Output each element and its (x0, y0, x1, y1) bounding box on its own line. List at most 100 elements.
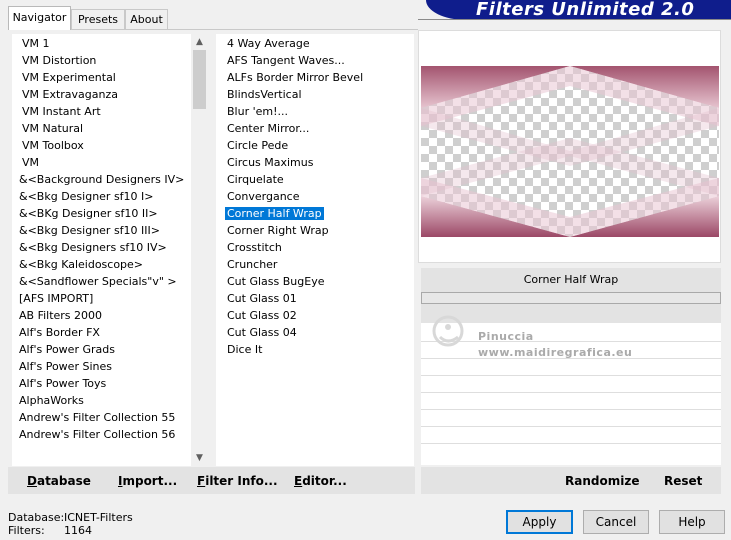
filter-item[interactable]: Corner Right Wrap (225, 222, 331, 239)
category-item[interactable]: Andrew's Filter Collection 55 (17, 409, 177, 426)
scroll-up-icon[interactable]: ▲ (191, 34, 208, 50)
tab-navigator[interactable]: Navigator (8, 6, 71, 30)
filter-item-label: Cut Glass 02 (227, 309, 297, 322)
filter-item[interactable]: AFS Tangent Waves... (225, 52, 347, 69)
filter-item[interactable]: BlindsVertical (225, 86, 304, 103)
category-item[interactable]: Andrew's Filter Collection 56 (17, 426, 177, 443)
help-button[interactable]: Help (659, 510, 725, 534)
param-row (421, 392, 721, 393)
filter-info-button-accel: F (197, 474, 206, 488)
filter-item-label: Convergance (227, 190, 300, 203)
filter-item[interactable]: Cut Glass 02 (225, 307, 299, 324)
category-item[interactable]: [AFS IMPORT] (17, 290, 95, 307)
filter-item[interactable]: Circle Pede (225, 137, 290, 154)
randomize-button[interactable]: Randomize (565, 474, 639, 488)
category-item[interactable]: Alf's Power Toys (17, 375, 108, 392)
category-item[interactable]: VM Toolbox (20, 137, 86, 154)
filter-item[interactable]: Cirquelate (225, 171, 286, 188)
category-item[interactable]: Alf's Border FX (17, 324, 102, 341)
filter-item[interactable]: Center Mirror... (225, 120, 311, 137)
category-item-label: Alf's Power Grads (19, 343, 115, 356)
category-item-label: VM Extravaganza (22, 88, 119, 101)
param-row (421, 358, 721, 359)
editor-button-label: ditor... (302, 474, 347, 488)
filter-item-label: ALFs Border Mirror Bevel (227, 71, 364, 84)
category-item[interactable]: VM Distortion (20, 52, 98, 69)
category-item[interactable]: &<Bkg Designer sf10 III> (17, 222, 162, 239)
category-item[interactable]: VM Experimental (20, 69, 118, 86)
category-item-label: Andrew's Filter Collection 56 (19, 428, 176, 441)
filter-item-label: Cut Glass BugEye (227, 275, 325, 288)
filter-item-label: AFS Tangent Waves... (227, 54, 345, 67)
database-button[interactable]: Database (27, 474, 91, 488)
category-item-label: &<BKg Designer sf10 II> (19, 207, 158, 220)
editor-button[interactable]: Editor... (294, 474, 347, 488)
filter-list[interactable]: 4 Way Average AFS Tangent Waves... ALFs Bo… (216, 34, 414, 466)
filter-item[interactable]: Cut Glass 01 (225, 290, 299, 307)
category-item[interactable]: AB Filters 2000 (17, 307, 104, 324)
filter-item[interactable]: Convergance (225, 188, 302, 205)
banner: Filters Unlimited 2.0 (426, 0, 731, 20)
category-item-label: VM (22, 156, 40, 169)
category-item-label: &<Bkg Designers sf10 IV> (19, 241, 167, 254)
filter-item[interactable]: Corner Half Wrap (225, 205, 324, 222)
filter-item[interactable]: Crosstitch (225, 239, 284, 256)
category-item-label: VM Distortion (22, 54, 97, 67)
filter-item[interactable]: Cut Glass 04 (225, 324, 299, 341)
filter-item[interactable]: 4 Way Average (225, 35, 312, 52)
filter-item[interactable]: Cut Glass BugEye (225, 273, 326, 290)
category-item[interactable]: AlphaWorks (17, 392, 86, 409)
filter-item-label: Circus Maximus (227, 156, 314, 169)
filter-item-label: Cirquelate (227, 173, 284, 186)
import-button[interactable]: Import... (118, 474, 177, 488)
category-item[interactable]: VM Extravaganza (20, 86, 120, 103)
filter-item-label: 4 Way Average (227, 37, 310, 50)
category-item[interactable]: &<BKg Designer sf10 II> (17, 205, 160, 222)
category-item-label: &<Bkg Designer sf10 III> (19, 224, 161, 237)
filter-item-label: Corner Half Wrap (225, 207, 324, 220)
category-item[interactable]: Alf's Power Sines (17, 358, 114, 375)
filter-item[interactable]: Dice It (225, 341, 264, 358)
category-list[interactable]: VM 1 VM Distortion VM Experimental VM Extra… (12, 34, 192, 466)
category-item[interactable]: Alf's Power Grads (17, 341, 117, 358)
category-item[interactable]: &<Bkg Kaleidoscope> (17, 256, 145, 273)
filter-item-label: Cut Glass 01 (227, 292, 297, 305)
reset-button[interactable]: Reset (664, 474, 702, 488)
apply-button[interactable]: Apply (506, 510, 573, 534)
category-item-label: &<Bkg Kaleidoscope> (19, 258, 144, 271)
filter-info-button[interactable]: Filter Info... (197, 474, 278, 488)
category-item[interactable]: VM Natural (20, 120, 85, 137)
filter-item[interactable]: ALFs Border Mirror Bevel (225, 69, 365, 86)
cancel-button[interactable]: Cancel (583, 510, 649, 534)
filter-item[interactable]: Cruncher (225, 256, 279, 273)
category-item-label: &<Sandflower Specials"v" > (19, 275, 177, 288)
scroll-down-icon[interactable]: ▼ (191, 450, 208, 466)
tab-about[interactable]: About (125, 9, 168, 29)
param-row (421, 341, 721, 342)
category-item[interactable]: VM Instant Art (20, 103, 103, 120)
tab-presets[interactable]: Presets (71, 9, 125, 29)
filter-item-label: Dice It (227, 343, 263, 356)
filter-name-panel: Corner Half Wrap (421, 268, 721, 323)
category-item[interactable]: &<Bkg Designers sf10 IV> (17, 239, 169, 256)
filter-item[interactable]: Circus Maximus (225, 154, 315, 171)
category-item-label: Alf's Border FX (19, 326, 100, 339)
category-item[interactable]: VM (20, 154, 41, 171)
database-button-label: atabase (36, 474, 91, 488)
category-item[interactable]: &<Sandflower Specials"v" > (17, 273, 179, 290)
filter-item-label: Crosstitch (227, 241, 282, 254)
import-button-label: mport... (122, 474, 178, 488)
category-item-label: VM Experimental (22, 71, 116, 84)
param-row (421, 375, 721, 376)
category-item-label: VM Instant Art (22, 105, 101, 118)
category-item[interactable]: &<Background Designers IV> (17, 171, 186, 188)
filter-item[interactable]: Blur 'em!... (225, 103, 290, 120)
category-scrollbar[interactable]: ▲ ▼ (191, 34, 208, 466)
category-item[interactable]: &<Bkg Designer sf10 I> (17, 188, 156, 205)
scroll-thumb[interactable] (193, 50, 206, 109)
category-item-label: VM Natural (22, 122, 84, 135)
filter-item-label: Corner Right Wrap (227, 224, 329, 237)
database-value: ICNET-Filters (64, 511, 133, 524)
category-item[interactable]: VM 1 (20, 35, 52, 52)
param-row (421, 409, 721, 410)
